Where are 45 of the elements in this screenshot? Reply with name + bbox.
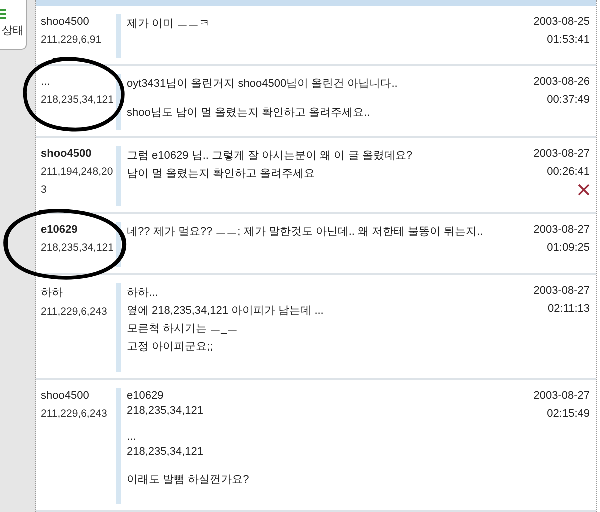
- message-line: shoo님도 남이 멀 올렸는지 확인하고 올려주세요..: [127, 106, 372, 120]
- message-line: 그럼 e10629 님.. 그렇게 잘 아시는분이 왜 이 글 올렸데요?: [127, 149, 414, 163]
- author-name: shoo4500: [41, 390, 90, 402]
- status-button[interactable]: 상태: [0, 0, 27, 50]
- quote-bar: [116, 74, 121, 130]
- quote-bar: [116, 222, 121, 267]
- message-line: 남이 멀 올렸는지 확인하고 올려주세요: [127, 167, 316, 181]
- quote-bar: [116, 146, 121, 206]
- post-time: 02:15:49: [547, 408, 590, 420]
- post-date: 2003-08-27: [534, 224, 590, 236]
- ip-address: 211,229,6,91: [41, 33, 103, 48]
- message-line: 이래도 발뺌 하실껀가요?: [127, 473, 250, 487]
- ip-address: 211,194,248,203: [41, 165, 114, 198]
- message-line: 모른척 하시기는 ㅡ_ㅡ: [127, 322, 240, 336]
- ip-address: 211,229,6,243: [41, 305, 108, 320]
- post-time: 01:53:41: [547, 34, 590, 46]
- author-name: 하하: [41, 286, 64, 300]
- delete-button[interactable]: [578, 184, 590, 196]
- message-line: oyt3431님이 올린거지 shoo4500님이 올린건 아닙니다..: [127, 77, 399, 91]
- message-line: 218,235,34,121: [127, 446, 204, 458]
- post-time: 00:37:49: [547, 94, 590, 106]
- message-line: 네?? 제가 멀요?? ㅡㅡ; 제가 말한것도 아닌데.. 왜 저한테 불똥이 튀는지..: [127, 225, 484, 239]
- post-date: 2003-08-27: [534, 285, 590, 297]
- message-line: 고정 아이피군요;;: [127, 340, 214, 354]
- quote-bar: [116, 14, 121, 58]
- message-line: e10629: [127, 390, 165, 402]
- message-line: 제가 이미 ㅡㅡㅋ: [127, 17, 212, 31]
- post-date: 2003-08-27: [534, 148, 590, 160]
- author-name: ...: [41, 76, 52, 88]
- ip-address: 218,235,34,121: [41, 241, 115, 256]
- post-time: 00:26:41: [547, 166, 590, 178]
- post-time: 02:11:13: [548, 303, 590, 315]
- post-date: 2003-08-27: [534, 390, 590, 402]
- ip-address: 211,229,6,243: [41, 407, 108, 422]
- ip-address: 218,235,34,121: [41, 93, 115, 108]
- message-line: 옆에 218,235,34,121 아이피가 남는데 ...: [127, 304, 325, 318]
- message-line: 218,235,34,121: [127, 405, 204, 417]
- author-name: shoo4500: [41, 16, 90, 28]
- post-date: 2003-08-25: [534, 16, 590, 28]
- message-line: 하하...: [127, 286, 160, 300]
- author-name: e10629: [41, 224, 79, 236]
- post-date: 2003-08-26: [534, 76, 590, 88]
- author-name: shoo4500: [41, 148, 93, 160]
- post-time: 01:09:25: [547, 242, 590, 254]
- message-line: ...: [127, 431, 138, 443]
